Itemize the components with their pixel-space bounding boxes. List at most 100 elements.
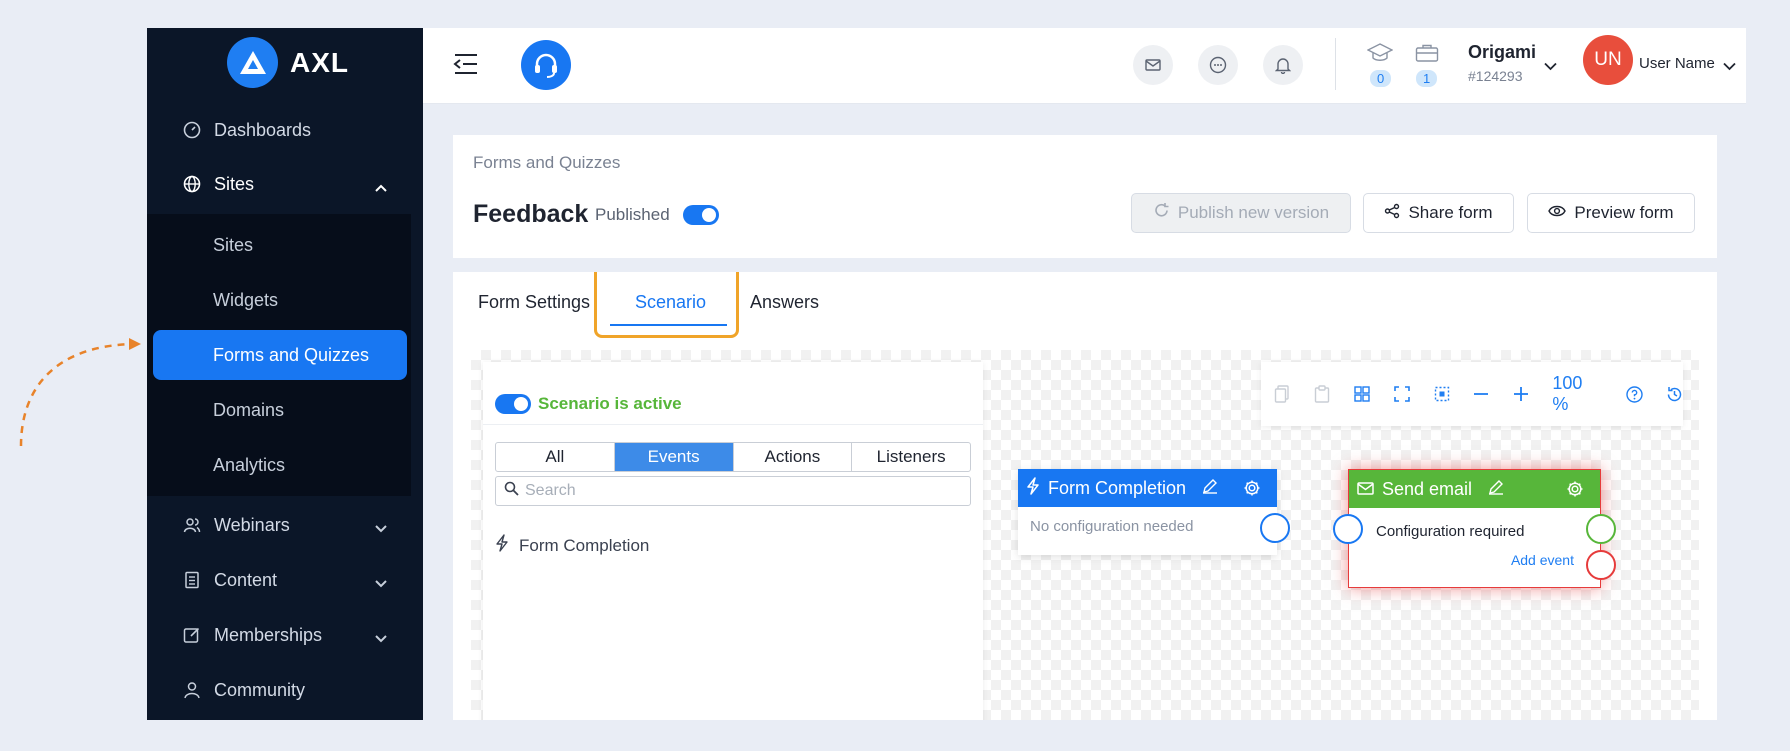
filter-actions[interactable]: Actions bbox=[734, 443, 853, 471]
list-item[interactable]: Form Completion bbox=[495, 534, 649, 557]
eye-icon bbox=[1548, 203, 1567, 223]
chevron-down-icon bbox=[375, 517, 387, 538]
form-completion-node[interactable]: Form Completion No configuration needed bbox=[1018, 469, 1290, 555]
graduation-cap-icon[interactable] bbox=[1366, 42, 1394, 67]
sidebar-subitem-forms-and-quizzes[interactable]: Forms and Quizzes bbox=[153, 330, 407, 380]
preview-button-label: Preview form bbox=[1574, 203, 1674, 222]
sidebar-item-dashboards[interactable]: Dashboards bbox=[147, 108, 423, 152]
mail-icon[interactable] bbox=[1133, 45, 1173, 85]
node-header: Send email bbox=[1349, 470, 1600, 508]
share-button-label: Share form bbox=[1408, 203, 1493, 222]
filter-listeners[interactable]: Listeners bbox=[852, 443, 970, 471]
sidebar-subitem-analytics[interactable]: Analytics bbox=[147, 440, 411, 490]
published-toggle[interactable] bbox=[683, 205, 719, 225]
fit-screen-icon[interactable] bbox=[1393, 385, 1411, 403]
add-event-link[interactable]: Add event bbox=[1511, 552, 1574, 568]
breadcrumb[interactable]: Forms and Quizzes bbox=[473, 153, 620, 173]
courses-count-badge: 0 bbox=[1370, 70, 1392, 87]
user-chevron-down-icon[interactable] bbox=[1723, 58, 1736, 76]
sidebar-subitem-sites[interactable]: Sites bbox=[147, 220, 411, 270]
user-icon bbox=[182, 680, 202, 700]
zoom-level: 100 % bbox=[1552, 373, 1583, 414]
search-placeholder: Search bbox=[525, 482, 576, 499]
book-icon bbox=[182, 570, 202, 590]
share-icon bbox=[1384, 203, 1400, 224]
sidebar-subitem-label: Sites bbox=[213, 234, 254, 255]
history-icon[interactable] bbox=[1665, 385, 1683, 403]
chat-icon[interactable] bbox=[1198, 45, 1238, 85]
edit-pencil-icon[interactable] bbox=[1202, 478, 1218, 499]
edit-icon bbox=[182, 625, 202, 645]
gauge-icon bbox=[182, 120, 202, 140]
sidebar-item-community[interactable]: Community bbox=[147, 668, 423, 712]
briefcase-icon[interactable] bbox=[1415, 43, 1439, 68]
node-output-port[interactable] bbox=[1260, 513, 1290, 543]
send-email-node[interactable]: Send email Configuration required Add ev… bbox=[1333, 469, 1616, 588]
canvas-toolbar: 100 % bbox=[1261, 362, 1683, 426]
sidebar-subitem-domains[interactable]: Domains bbox=[147, 385, 411, 435]
publish-new-version-button[interactable]: Publish new version bbox=[1131, 193, 1351, 233]
sidebar-item-label: Community bbox=[214, 679, 306, 700]
refresh-icon bbox=[1153, 202, 1170, 224]
help-icon[interactable] bbox=[1625, 385, 1643, 403]
sites-submenu: Sites Widgets Forms and Quizzes Domains … bbox=[147, 214, 411, 496]
bell-icon[interactable] bbox=[1263, 45, 1303, 85]
filter-events[interactable]: Events bbox=[614, 443, 734, 471]
sidebar-item-content[interactable]: Content bbox=[147, 558, 423, 602]
scenario-canvas[interactable]: Scenario is active All Events Actions Li… bbox=[471, 350, 1699, 720]
grid-icon[interactable] bbox=[1353, 385, 1371, 403]
sidebar-item-webinars[interactable]: Webinars bbox=[147, 503, 423, 547]
brand-name: AXL bbox=[290, 46, 349, 78]
sidebar-item-label: Dashboards bbox=[214, 119, 312, 140]
org-name[interactable]: Origami bbox=[1468, 42, 1536, 63]
zoom-in-icon[interactable] bbox=[1512, 385, 1530, 403]
search-input[interactable]: Search bbox=[495, 476, 971, 506]
node-title: Send email bbox=[1382, 478, 1473, 499]
node-input-port[interactable] bbox=[1333, 514, 1363, 544]
node-success-port[interactable] bbox=[1586, 514, 1616, 544]
node-error-port[interactable] bbox=[1586, 550, 1616, 580]
copy-icon[interactable] bbox=[1273, 385, 1291, 403]
node-settings-gear-icon[interactable] bbox=[1243, 479, 1261, 502]
logo-icon bbox=[227, 37, 278, 88]
chevron-down-icon bbox=[375, 572, 387, 593]
list-item-label: Form Completion bbox=[519, 535, 650, 555]
panel-divider bbox=[483, 424, 983, 425]
toggle-knob bbox=[514, 397, 528, 411]
paste-icon[interactable] bbox=[1313, 385, 1331, 403]
preview-form-button[interactable]: Preview form bbox=[1527, 193, 1695, 233]
scenario-active-toggle[interactable] bbox=[495, 394, 531, 414]
tab-answers[interactable]: Answers bbox=[750, 292, 819, 313]
sidebar-item-label: Memberships bbox=[214, 624, 323, 645]
sidebar-item-label: Content bbox=[214, 569, 278, 590]
sidebar-subitem-widgets[interactable]: Widgets bbox=[147, 275, 411, 325]
sidebar-subitem-label: Domains bbox=[213, 399, 285, 420]
sidebar-item-label: Sites bbox=[214, 173, 255, 194]
menu-collapse-icon[interactable] bbox=[453, 53, 479, 80]
avatar-initials: UN bbox=[1594, 49, 1622, 70]
zoom-out-icon[interactable] bbox=[1473, 385, 1491, 403]
tab-form-settings[interactable]: Form Settings bbox=[478, 292, 590, 313]
scenario-panel: Scenario is active All Events Actions Li… bbox=[483, 362, 983, 720]
sidebar-item-memberships[interactable]: Memberships bbox=[147, 613, 423, 657]
filter-all[interactable]: All bbox=[496, 443, 615, 471]
edit-pencil-icon[interactable] bbox=[1488, 479, 1504, 500]
user-name[interactable]: User Name bbox=[1639, 55, 1715, 72]
share-form-button[interactable]: Share form bbox=[1363, 193, 1514, 233]
tab-highlight-frame bbox=[594, 272, 739, 338]
org-chevron-down-icon[interactable] bbox=[1544, 58, 1557, 76]
chevron-up-icon bbox=[375, 176, 387, 197]
lightning-icon bbox=[495, 534, 509, 557]
node-settings-gear-icon[interactable] bbox=[1566, 480, 1584, 503]
sidebar: AXL Dashboards Sites Sites Widgets Forms… bbox=[147, 28, 423, 720]
support-headset-icon[interactable] bbox=[521, 40, 571, 90]
sidebar-item-sites[interactable]: Sites bbox=[147, 162, 423, 206]
mail-icon bbox=[1357, 479, 1374, 500]
node-body: Configuration required bbox=[1376, 523, 1525, 540]
brand-logo[interactable]: AXL bbox=[227, 37, 349, 88]
avatar[interactable]: UN bbox=[1583, 35, 1633, 85]
people-icon bbox=[182, 515, 202, 535]
sidebar-subitem-label: Widgets bbox=[213, 289, 279, 310]
topbar: 0 1 Origami #124293 UN User Name bbox=[423, 28, 1746, 104]
select-area-icon[interactable] bbox=[1433, 385, 1451, 403]
